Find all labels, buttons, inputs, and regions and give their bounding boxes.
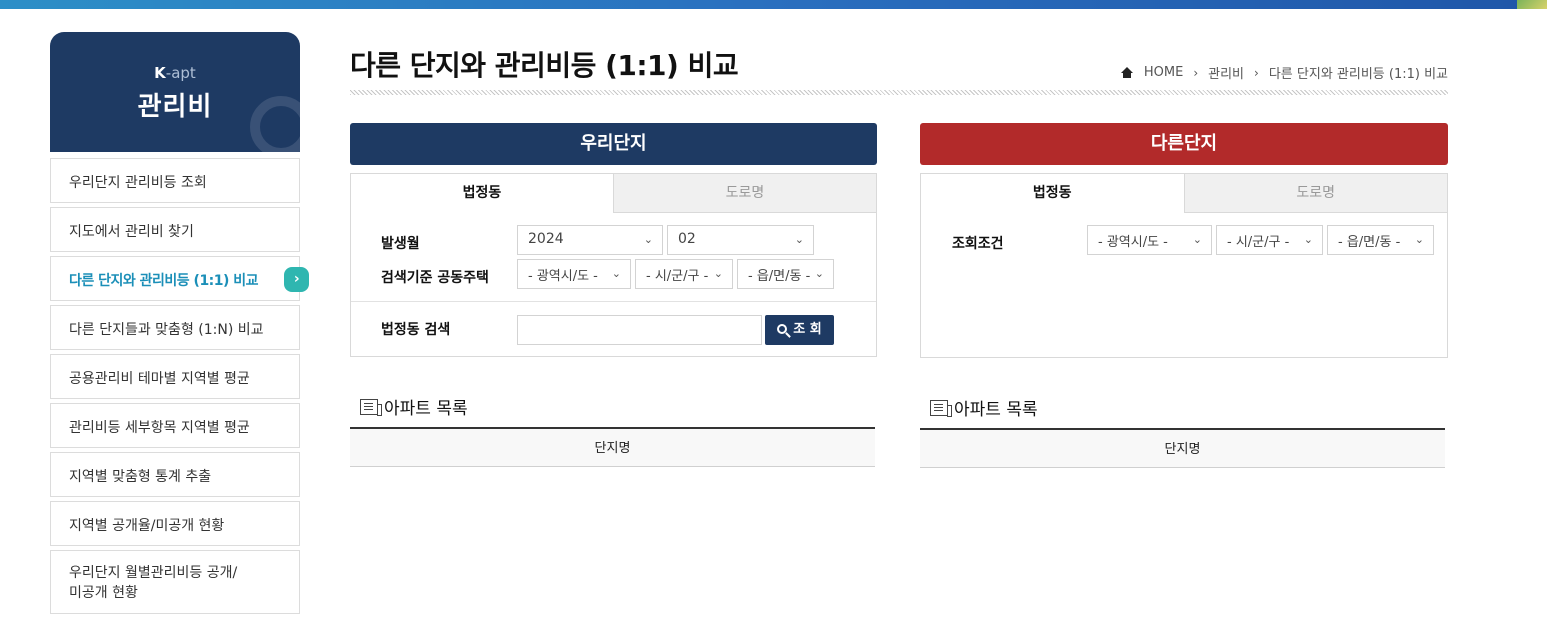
- year-value: 2024: [528, 231, 564, 247]
- home-icon[interactable]: [1120, 66, 1134, 79]
- sigungu-value: - 시/군/구 -: [646, 269, 709, 284]
- our-apartment-table-header: 단지명: [350, 427, 875, 467]
- tab-road-name[interactable]: 도로명: [613, 174, 876, 213]
- sido-select[interactable]: - 광역시/도 - ⌄: [517, 259, 631, 289]
- tab-legal-dong[interactable]: 법정동: [921, 174, 1184, 213]
- our-apartment-list-title: 아파트 목록: [360, 394, 468, 419]
- chevron-down-icon: ⌄: [611, 267, 621, 280]
- sidebar-item-label: 미공개 현황: [69, 585, 138, 601]
- sidebar-item-detail-average[interactable]: 관리비등 세부항목 지역별 평균: [50, 403, 300, 448]
- brand-logo: K-apt: [154, 64, 196, 82]
- breadcrumb-home[interactable]: HOME: [1144, 65, 1183, 80]
- sidebar-item-label: 다른 단지와 관리비등 (1:1) 비교: [69, 273, 259, 289]
- chevron-down-icon: ⌄: [713, 267, 723, 280]
- tab-road-name[interactable]: 도로명: [1183, 174, 1447, 213]
- chevron-right-icon: ›: [1193, 65, 1199, 80]
- chevron-right-icon: ›: [284, 267, 309, 292]
- other-apartment-table-header: 단지명: [920, 428, 1445, 468]
- legal-dong-search-input[interactable]: [517, 315, 762, 345]
- sidebar-item-custom-stats[interactable]: 지역별 맞춤형 통계 추출: [50, 452, 300, 497]
- other-apartment-list-title: 아파트 목록: [930, 395, 1038, 420]
- list-title-text: 아파트 목록: [954, 400, 1038, 420]
- search-icon: [777, 324, 788, 334]
- building-list-icon: [360, 398, 382, 416]
- list-title-text: 아파트 목록: [384, 399, 468, 419]
- legal-dong-search-label: 법정동 검색: [381, 322, 451, 338]
- sidebar-item-monthly-disclosure[interactable]: 우리단지 월별관리비등 공개/ 미공개 현황: [50, 550, 300, 614]
- chevron-down-icon: ⌄: [794, 233, 804, 246]
- search-button-label: 조 회: [793, 322, 822, 337]
- dong-select[interactable]: - 읍/면/동 - ⌄: [737, 259, 834, 289]
- sidebar-item-disclosure-rate[interactable]: 지역별 공개율/미공개 현황: [50, 501, 300, 546]
- sido-value: - 광역시/도 -: [528, 269, 598, 284]
- our-complex-tabs: 법정동 도로명: [351, 174, 876, 213]
- chevron-down-icon: ⌄: [1192, 233, 1202, 246]
- sidebar-item-theme-average[interactable]: 공용관리비 테마별 지역별 평균: [50, 354, 300, 399]
- top-accent-bar: [0, 0, 1547, 9]
- our-complex-heading: 우리단지: [350, 123, 877, 165]
- search-button[interactable]: 조 회: [765, 315, 834, 345]
- month-select[interactable]: 02 ⌄: [667, 225, 814, 255]
- sidebar-item-our-complex[interactable]: 우리단지 관리비등 조회: [50, 158, 300, 203]
- building-list-icon: [930, 399, 952, 417]
- dong-select[interactable]: - 읍/면/동 - ⌄: [1327, 225, 1434, 255]
- other-complex-search-box: 법정동 도로명 조회조건 - 광역시/도 - ⌄ - 시/군/구 - ⌄ - 읍/면…: [920, 173, 1448, 358]
- dong-value: - 읍/면/동 -: [748, 269, 811, 284]
- sigungu-select[interactable]: - 시/군/구 - ⌄: [635, 259, 733, 289]
- sidebar-menu: 우리단지 관리비등 조회 지도에서 관리비 찾기 다른 단지와 관리비등 (1:…: [50, 158, 309, 618]
- our-complex-search-box: 법정동 도로명 발생월 2024 ⌄ 02 ⌄ 검색기준 공동주택 - 광역시/도 …: [350, 173, 877, 357]
- sigungu-value: - 시/군/구 -: [1227, 235, 1290, 250]
- breadcrumb-section[interactable]: 관리비: [1208, 63, 1244, 82]
- base-housing-label: 검색기준 공동주택: [381, 270, 489, 286]
- top-corner-decoration: [1517, 0, 1547, 9]
- chevron-down-icon: ⌄: [1303, 233, 1313, 246]
- sidebar-item-compare-1to1[interactable]: 다른 단지와 관리비등 (1:1) 비교 ›: [50, 256, 309, 301]
- sido-value: - 광역시/도 -: [1098, 235, 1168, 250]
- page-title: 다른 단지와 관리비등 (1:1) 비교: [350, 49, 739, 82]
- sidebar-item-map-search[interactable]: 지도에서 관리비 찾기: [50, 207, 300, 252]
- dong-value: - 읍/면/동 -: [1338, 235, 1401, 250]
- chevron-down-icon: ⌄: [814, 267, 824, 280]
- sidebar-item-label: 우리단지 월별관리비등 공개/: [69, 565, 238, 581]
- month-value: 02: [678, 231, 696, 247]
- other-complex-tabs: 법정동 도로명: [921, 174, 1447, 213]
- breadcrumb-current: 다른 단지와 관리비등 (1:1) 비교: [1268, 67, 1448, 82]
- other-complex-heading: 다른단지: [920, 123, 1448, 165]
- condition-label: 조회조건: [952, 236, 1004, 252]
- sido-select[interactable]: - 광역시/도 - ⌄: [1087, 225, 1212, 255]
- year-select[interactable]: 2024 ⌄: [517, 225, 663, 255]
- sigungu-select[interactable]: - 시/군/구 - ⌄: [1216, 225, 1323, 255]
- sidebar-item-compare-1toN[interactable]: 다른 단지들과 맞춤형 (1:N) 비교: [50, 305, 300, 350]
- issue-month-label: 발생월: [381, 236, 420, 252]
- chevron-down-icon: ⌄: [1414, 233, 1424, 246]
- breadcrumb: HOME › 관리비 › 다른 단지와 관리비등 (1:1) 비교: [1120, 63, 1448, 82]
- sidebar-header: K-apt 관리비: [50, 32, 300, 152]
- section-divider: [351, 301, 876, 302]
- tab-legal-dong[interactable]: 법정동: [351, 174, 613, 213]
- chevron-right-icon: ›: [1254, 65, 1259, 80]
- title-divider: [350, 90, 1448, 95]
- chevron-down-icon: ⌄: [643, 233, 653, 246]
